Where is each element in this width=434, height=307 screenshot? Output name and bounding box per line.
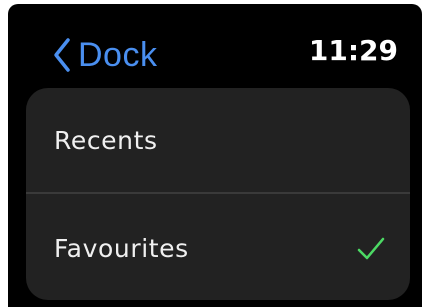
chevron-left-icon — [54, 38, 70, 72]
list-item-label: Favourites — [54, 234, 189, 263]
header: Dock 11:29 — [8, 4, 422, 84]
checkmark-icon — [357, 237, 385, 260]
list-item-recents[interactable]: Recents — [26, 88, 410, 192]
watch-screen: Dock 11:29 Recents Favourites — [8, 4, 422, 307]
back-button[interactable]: Dock — [52, 30, 157, 80]
list-item-favourites[interactable]: Favourites — [26, 192, 410, 296]
clock: 11:29 — [308, 34, 398, 67]
back-label: Dock — [78, 35, 158, 74]
options-list: Recents Favourites — [26, 88, 410, 300]
list-item-label: Recents — [54, 126, 158, 155]
